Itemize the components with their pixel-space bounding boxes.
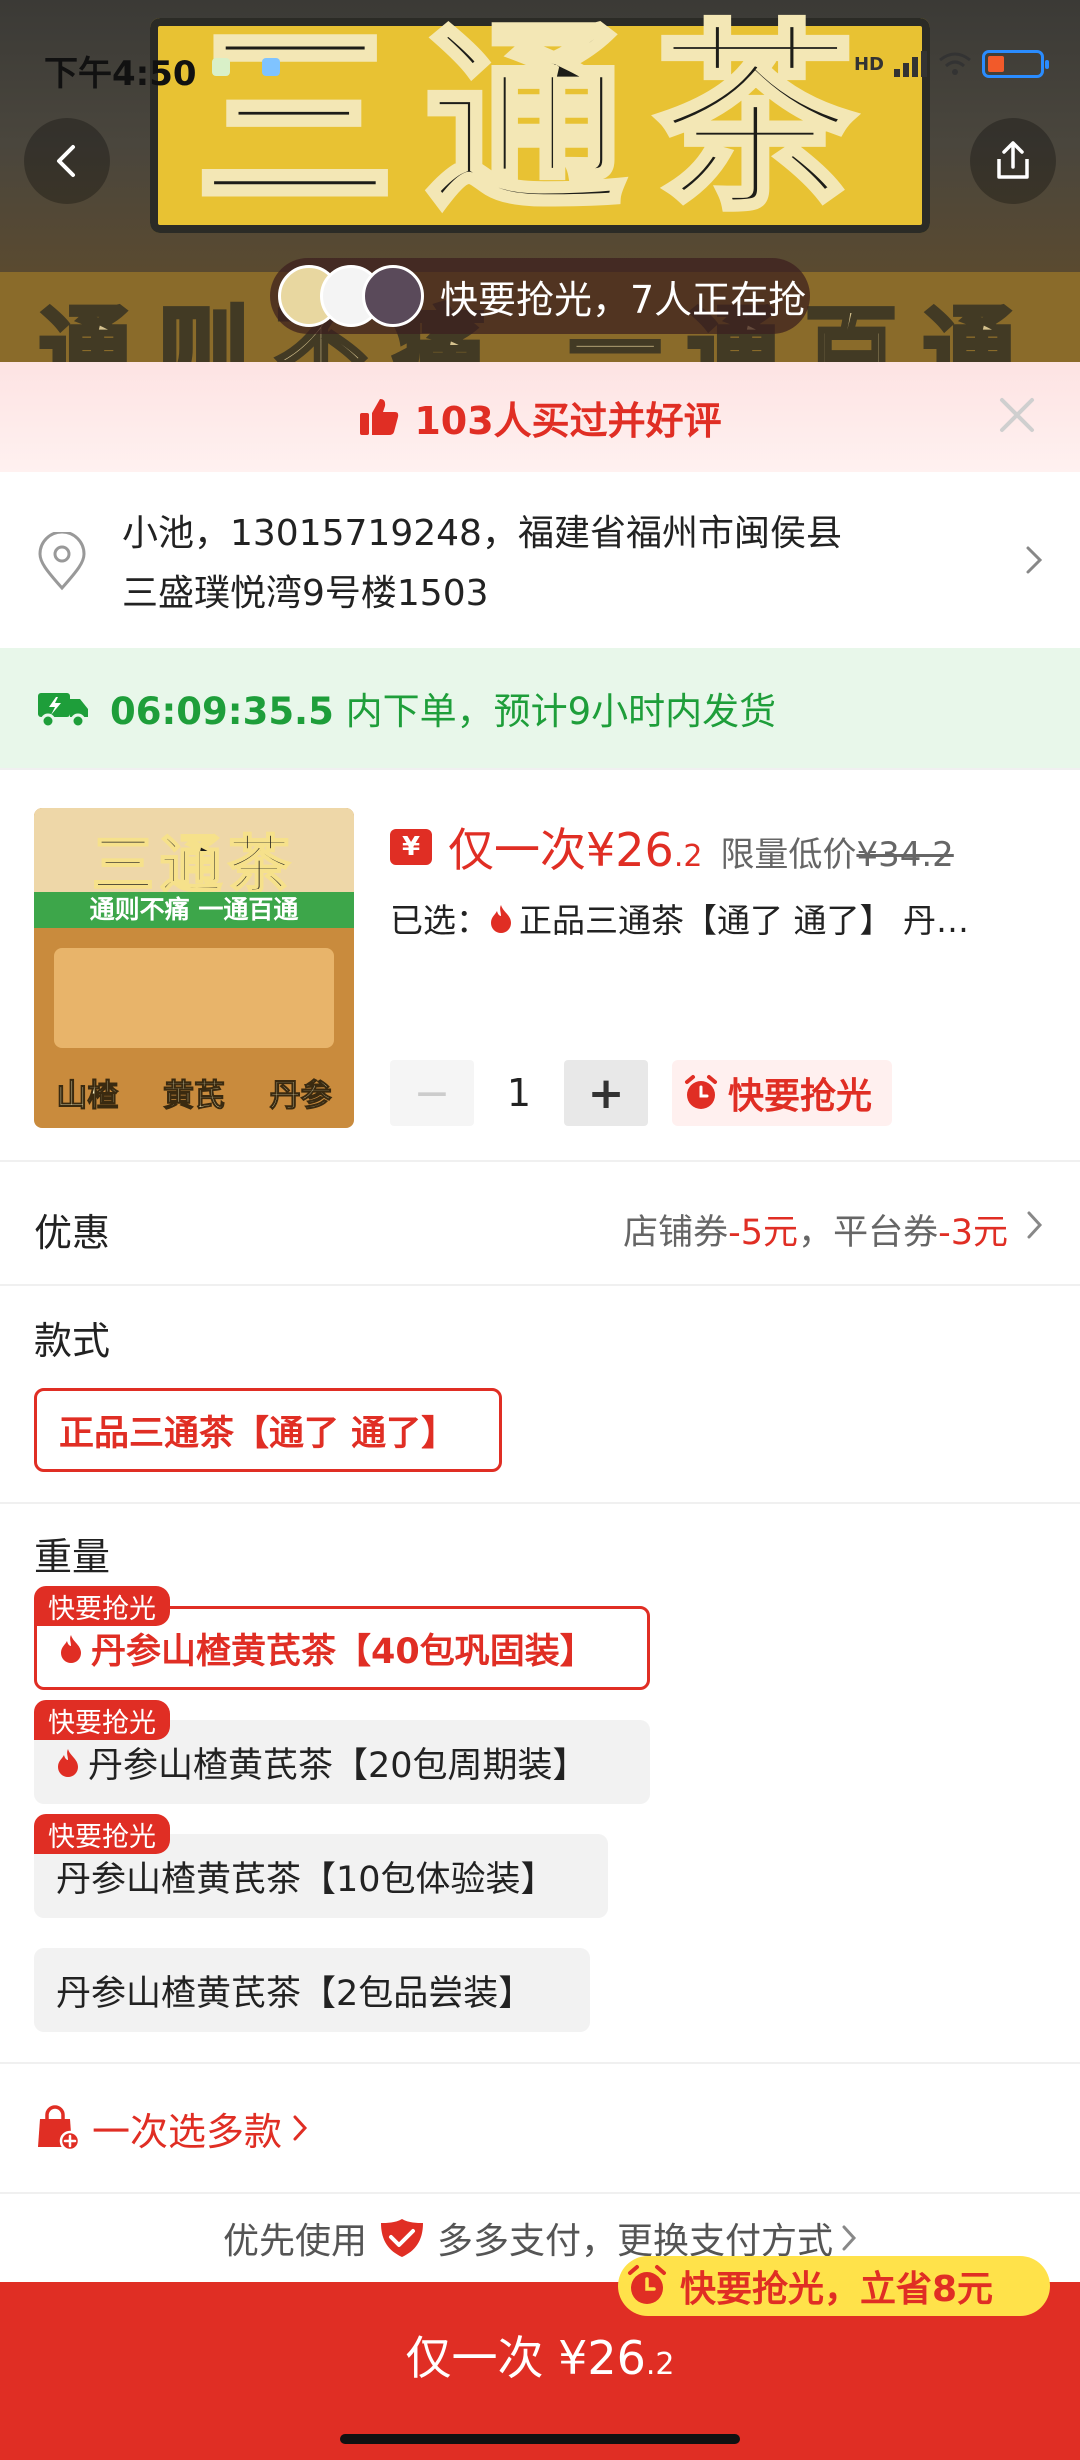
style-option[interactable]: 正品三通茶【通了 通了】 (34, 1388, 502, 1472)
selected-label: 已选： (390, 901, 489, 940)
fire-icon (58, 1749, 78, 1777)
battery-icon (982, 50, 1049, 78)
alarm-clock-icon (685, 1075, 717, 1109)
selected-spec: 已选： 正品三通茶【通了 通了】 丹… (390, 894, 1050, 942)
avatar-group (278, 265, 424, 327)
save-promo-pill: 快要抢光，立省8元 (618, 2256, 1050, 2316)
shipping-promise-bar: 06:09:35.5 内下单，预计9小时内发货 (0, 648, 1080, 768)
delivery-truck-icon (38, 693, 88, 729)
save-promo-text: 快要抢光，立省8元 (680, 2269, 994, 2310)
chevron-right-icon (1026, 546, 1043, 574)
multi-select-row[interactable]: 一次选多款 (0, 2062, 1080, 2192)
alarm-clock-icon (628, 2265, 666, 2304)
fire-icon (491, 905, 511, 933)
status-time: 下午4:50 (44, 54, 197, 94)
close-icon[interactable] (994, 392, 1040, 438)
shipping-address-row[interactable]: 小池，13015719248，福建省福州市闽侯县 三盛璞悦湾9号楼1503 (0, 472, 1080, 648)
wifi-icon (939, 52, 971, 75)
weight-section: 重量 丹参山楂黄芪茶【40包巩固装】 快要抢光 丹参山楂黄芪茶【20包周期装】 … (0, 1502, 1080, 2062)
home-indicator (340, 2434, 740, 2444)
increase-button[interactable]: + (564, 1060, 648, 1126)
status-app-icon (212, 58, 230, 76)
weight-option-label: 丹参山楂黄芪茶【2包品尝装】 (56, 1973, 534, 2014)
buy-label: 仅一次 ¥26.2 (405, 2331, 675, 2385)
buyers-grabbing-pill: 快要抢光，7人正在抢 (270, 258, 810, 334)
shipping-description: 内下单，预计9小时内发货 (333, 690, 777, 733)
thumbnail-tray (54, 948, 334, 1048)
status-app-icon (262, 58, 280, 76)
shield-check-icon (381, 2219, 423, 2257)
weight-option-label: 丹参山楂黄芪茶【10包体验装】 (56, 1859, 556, 1900)
reviews-text: 103人买过并好评 (414, 398, 722, 443)
thumbnail-labels: 山楂 黄芪 丹参 (56, 1078, 332, 1115)
multi-select-label: 一次选多款 (92, 2109, 283, 2154)
payment-prefix: 优先使用 (222, 2221, 367, 2262)
price-badge-icon: ¥ (390, 829, 432, 865)
avatar (362, 265, 424, 327)
hurry-badge: 快要抢光 (34, 1586, 170, 1626)
network-label: HD (853, 53, 884, 75)
share-button[interactable] (970, 118, 1056, 204)
decrease-button[interactable]: − (390, 1060, 474, 1126)
hurry-badge: 快要抢光 (34, 1814, 170, 1854)
hurry-tag: 快要抢光 (672, 1060, 893, 1126)
reviews-banner: 103人买过并好评 (0, 362, 1080, 472)
location-pin-icon (38, 532, 86, 591)
shopping-bag-plus-icon (38, 2105, 80, 2151)
quantity-stepper: − 1 + 快要抢光 (390, 1060, 893, 1126)
price-label: 限量低价 (720, 835, 857, 875)
thumbs-up-icon (360, 399, 399, 435)
address-line-2: 三盛璞悦湾9号楼1503 (122, 573, 489, 614)
thumbnail-title: 三通茶 (91, 827, 296, 902)
address-text: 小池，13015719248，福建省福州市闽侯县 三盛璞悦湾9号楼1503 (122, 504, 982, 624)
weight-option-2[interactable]: 丹参山楂黄芪茶【2包品尝装】 (34, 1948, 590, 2032)
address-line-1: 小池，13015719248，福建省福州市闽侯县 (122, 513, 842, 554)
shipping-countdown: 06:09:35.5 (110, 690, 334, 733)
weight-option-label: 丹参山楂黄芪茶【40包巩固装】 (91, 1631, 595, 1672)
discount-value: 店铺券-5元，平台券-3元 (623, 1213, 1008, 1253)
grab-count-text: 快要抢光，7人正在抢 (440, 277, 807, 322)
weight-label: 重量 (34, 1535, 111, 1579)
style-label: 款式 (34, 1319, 111, 1363)
price-main: 仅一次¥26 (448, 823, 674, 877)
price-cents: .2 (673, 839, 703, 874)
share-icon (997, 141, 1029, 179)
original-price: ¥34.2 (856, 835, 954, 875)
back-icon (57, 145, 75, 177)
fire-icon (61, 1635, 81, 1663)
chevron-right-icon (293, 2115, 308, 2141)
chevron-right-icon (1027, 1211, 1043, 1239)
hurry-label: 快要抢光 (728, 1076, 873, 1117)
quantity-value[interactable]: 1 (474, 1071, 564, 1115)
shipping-text: 06:09:35.5 内下单，预计9小时内发货 (110, 681, 776, 735)
status-indicators: HD (853, 50, 1049, 78)
weight-option-label: 丹参山楂黄芪茶【20包周期装】 (88, 1745, 588, 1786)
discount-label: 优惠 (34, 1211, 111, 1255)
discount-row[interactable]: 优惠 店铺券-5元，平台券-3元 (0, 1160, 1080, 1284)
signal-icon (894, 51, 927, 77)
thumbnail-slogan: 通则不痛 一通百通 (34, 892, 354, 928)
price-row: ¥ 仅一次¥26 .2 限量低价 ¥34.2 (390, 814, 954, 880)
style-option-label: 正品三通茶【通了 通了】 (59, 1413, 457, 1454)
product-thumbnail[interactable]: 三通茶 通则不痛 一通百通 山楂 黄芪 丹参 (34, 808, 354, 1128)
product-summary: 三通茶 通则不痛 一通百通 山楂 黄芪 丹参 ¥ 仅一次¥26 .2 限量低价 … (0, 768, 1080, 1160)
chevron-right-icon (842, 2225, 857, 2251)
hero-title: 三通茶 (192, 3, 885, 239)
hurry-badge: 快要抢光 (34, 1700, 170, 1740)
style-section: 款式 正品三通茶【通了 通了】 (0, 1284, 1080, 1502)
back-button[interactable] (24, 118, 110, 204)
selected-value: 正品三通茶【通了 通了】 丹… (519, 901, 969, 940)
